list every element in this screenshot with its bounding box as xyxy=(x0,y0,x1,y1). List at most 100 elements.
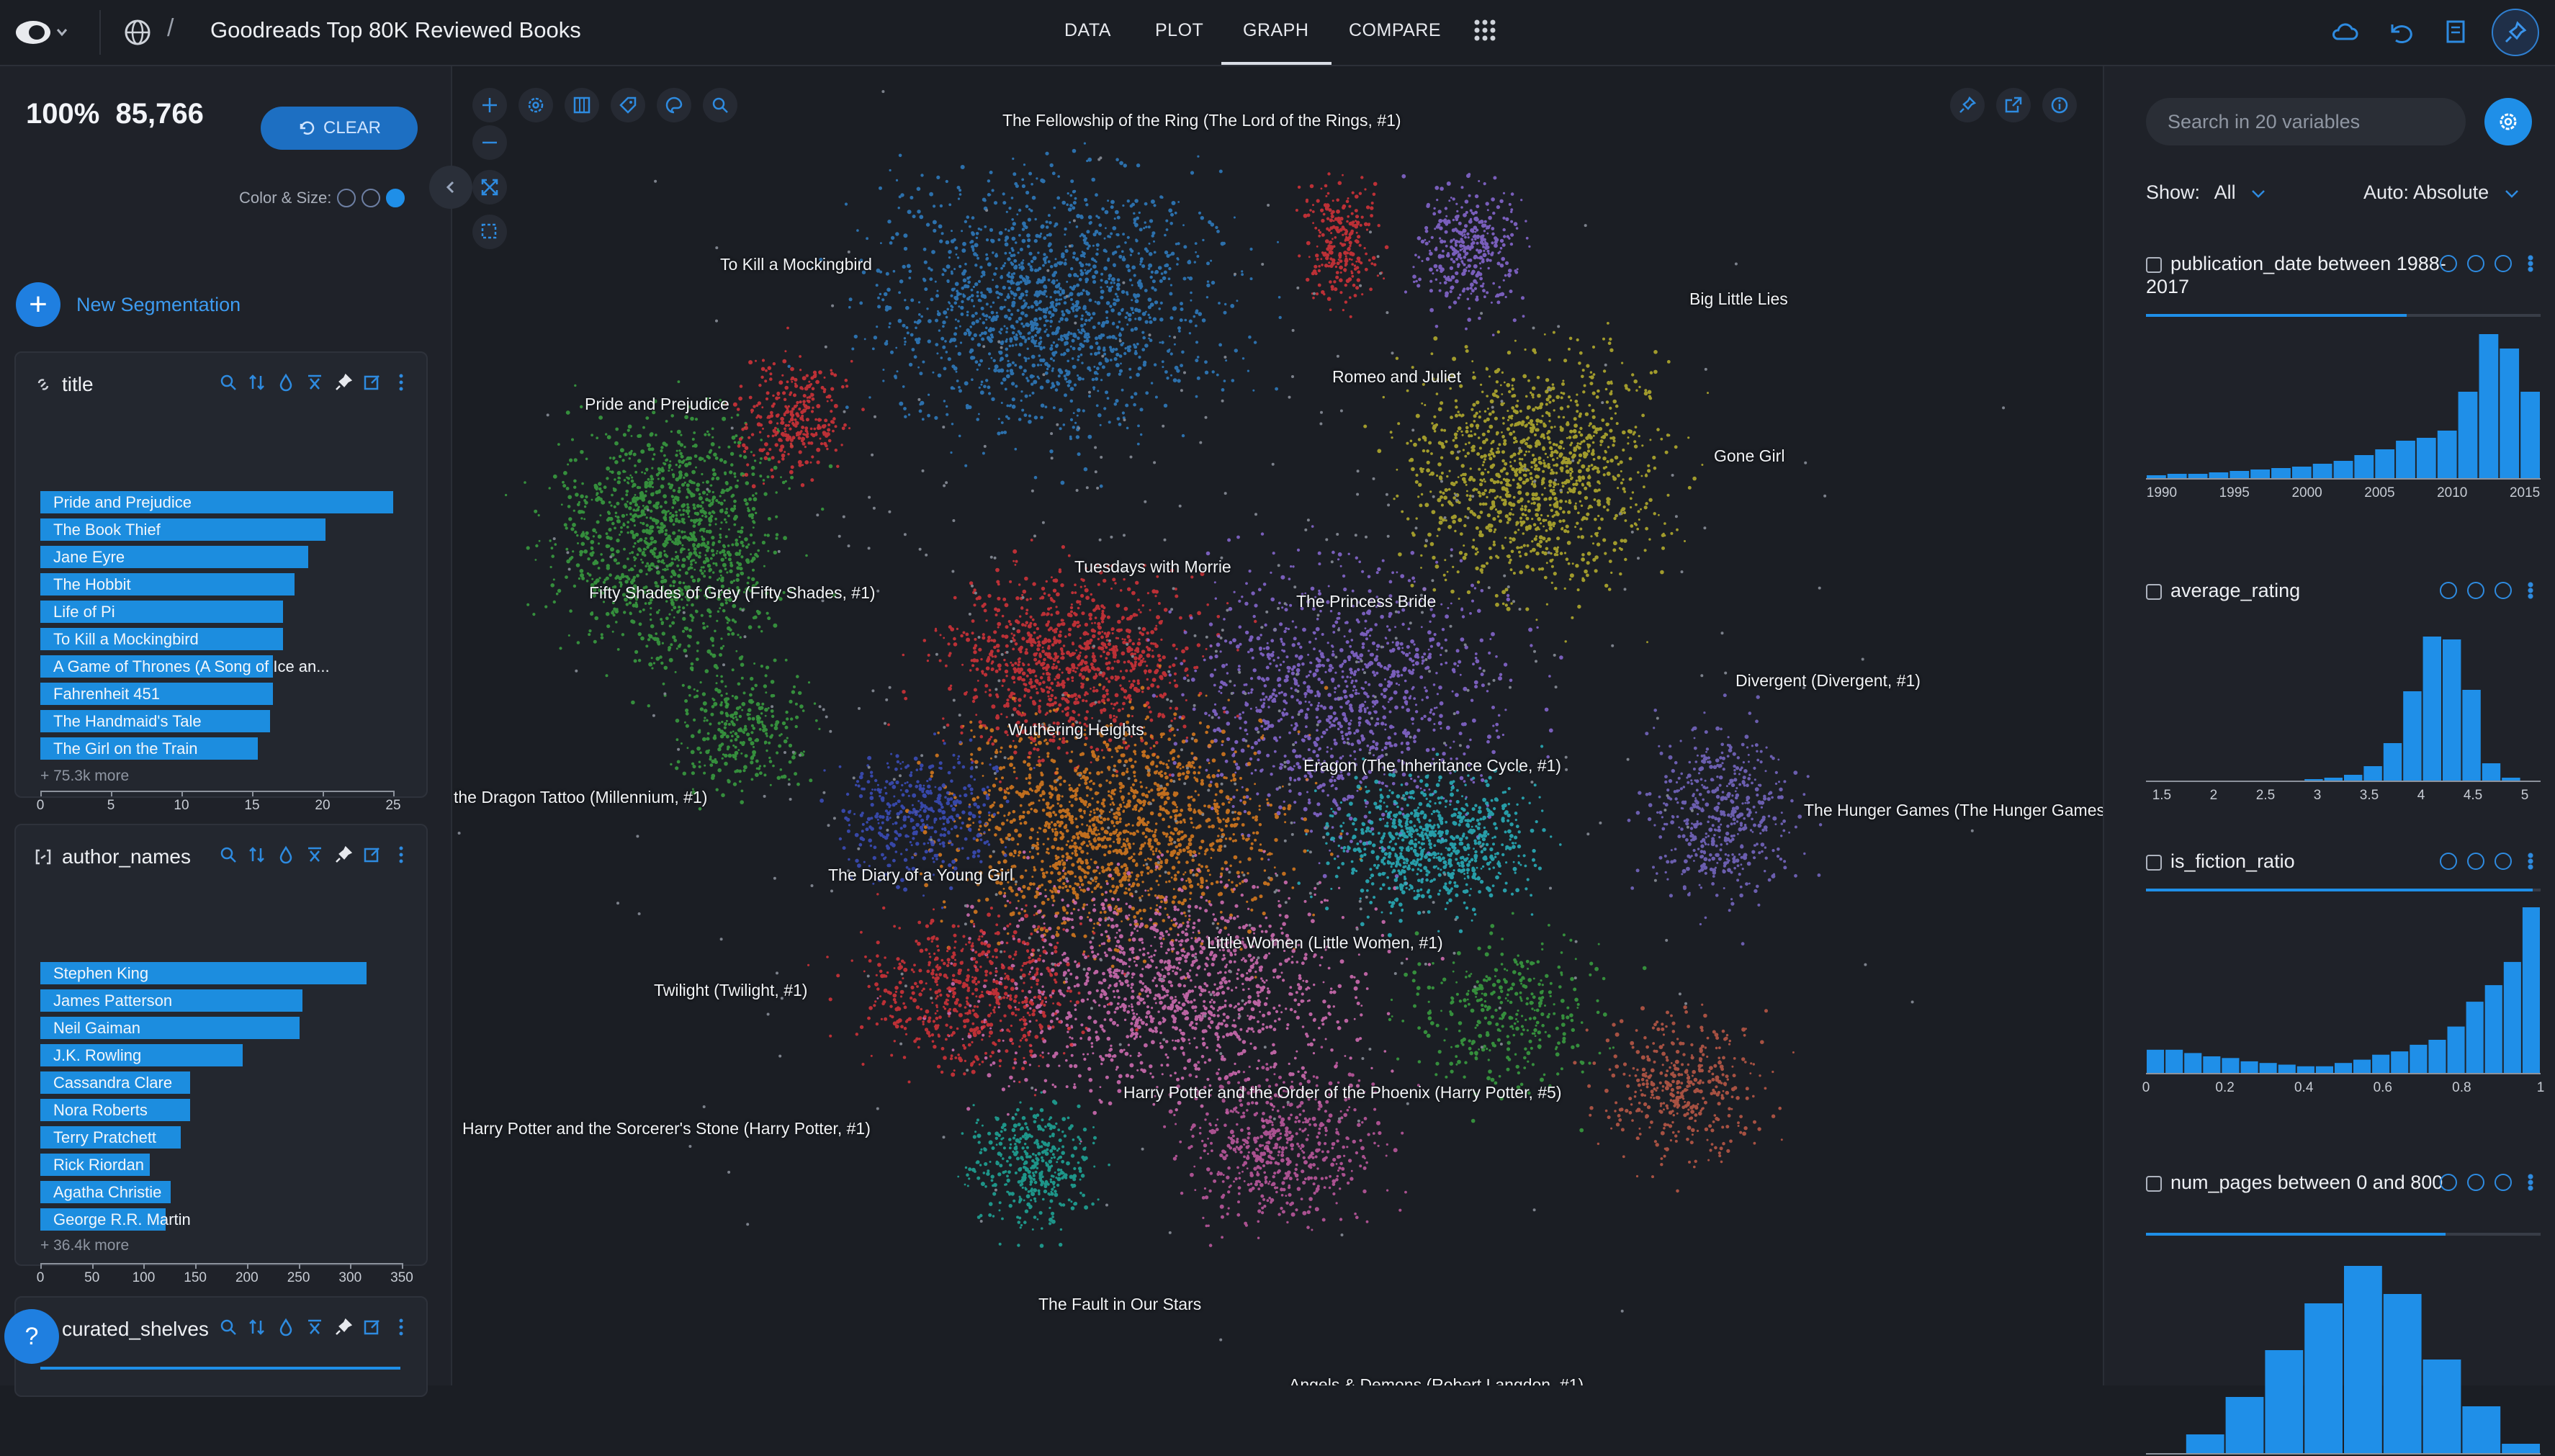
point[interactable] xyxy=(786,410,790,414)
point[interactable] xyxy=(1056,290,1060,294)
point[interactable] xyxy=(680,434,682,436)
point[interactable] xyxy=(832,421,835,424)
point[interactable] xyxy=(923,248,927,251)
point[interactable] xyxy=(1587,552,1591,556)
point[interactable] xyxy=(1514,410,1519,415)
point[interactable] xyxy=(1579,459,1581,462)
point[interactable] xyxy=(770,414,773,418)
point[interactable] xyxy=(1566,557,1569,561)
point[interactable] xyxy=(1013,634,1016,637)
point[interactable] xyxy=(1074,384,1077,387)
point[interactable] xyxy=(1085,281,1088,284)
point[interactable] xyxy=(1406,442,1409,445)
point[interactable] xyxy=(951,308,953,311)
point[interactable] xyxy=(1452,482,1455,486)
point[interactable] xyxy=(628,506,632,510)
point[interactable] xyxy=(1097,390,1099,392)
point[interactable] xyxy=(1085,319,1087,322)
point[interactable] xyxy=(1012,648,1015,651)
point[interactable] xyxy=(992,251,994,254)
point[interactable] xyxy=(1452,515,1457,519)
point[interactable] xyxy=(739,536,741,538)
point[interactable] xyxy=(1012,253,1015,256)
point[interactable] xyxy=(722,645,724,647)
point[interactable] xyxy=(1164,264,1167,267)
point[interactable] xyxy=(1139,263,1141,265)
point[interactable] xyxy=(955,246,958,250)
point[interactable] xyxy=(732,745,735,747)
point[interactable] xyxy=(1612,549,1616,552)
point[interactable] xyxy=(1028,332,1030,335)
point[interactable] xyxy=(948,250,952,254)
point[interactable] xyxy=(727,780,731,783)
point[interactable] xyxy=(600,553,603,556)
point[interactable] xyxy=(665,565,668,567)
point[interactable] xyxy=(739,715,742,718)
point[interactable] xyxy=(1578,491,1582,495)
point[interactable] xyxy=(1579,413,1582,415)
point[interactable] xyxy=(1488,413,1492,416)
point[interactable] xyxy=(799,704,804,709)
point[interactable] xyxy=(924,261,928,264)
point[interactable] xyxy=(1164,234,1167,237)
point[interactable] xyxy=(721,701,723,704)
point[interactable] xyxy=(1165,220,1168,223)
point[interactable] xyxy=(1393,498,1396,500)
point[interactable] xyxy=(889,241,893,245)
point[interactable] xyxy=(624,471,627,473)
point[interactable] xyxy=(1141,264,1145,268)
point[interactable] xyxy=(1168,267,1171,270)
point[interactable] xyxy=(776,392,780,395)
point[interactable] xyxy=(1478,468,1481,471)
point[interactable] xyxy=(981,332,984,335)
point[interactable] xyxy=(1592,392,1596,395)
point[interactable] xyxy=(784,386,789,390)
point[interactable] xyxy=(1096,404,1099,407)
point[interactable] xyxy=(1597,532,1599,534)
point[interactable] xyxy=(1506,490,1509,493)
point[interactable] xyxy=(1135,299,1139,303)
point[interactable] xyxy=(1034,415,1038,419)
point[interactable] xyxy=(741,702,745,706)
point[interactable] xyxy=(783,740,788,744)
point[interactable] xyxy=(1134,327,1138,331)
point[interactable] xyxy=(1044,362,1049,367)
point[interactable] xyxy=(1023,259,1025,261)
point[interactable] xyxy=(1560,552,1563,555)
point[interactable] xyxy=(793,393,796,397)
point[interactable] xyxy=(823,388,826,391)
point[interactable] xyxy=(1488,375,1491,377)
point[interactable] xyxy=(985,379,988,382)
point[interactable] xyxy=(1535,475,1539,479)
point[interactable] xyxy=(771,715,774,718)
point[interactable] xyxy=(690,417,694,421)
point[interactable] xyxy=(1496,473,1500,477)
point[interactable] xyxy=(727,446,730,449)
point[interactable] xyxy=(1449,470,1451,472)
point[interactable] xyxy=(914,320,917,323)
point[interactable] xyxy=(963,295,966,298)
point[interactable] xyxy=(1050,265,1054,269)
point[interactable] xyxy=(747,507,749,509)
point[interactable] xyxy=(1142,312,1146,316)
point[interactable] xyxy=(1090,746,1092,749)
point[interactable] xyxy=(907,331,910,334)
point[interactable] xyxy=(681,483,685,487)
point[interactable] xyxy=(685,571,688,575)
point[interactable] xyxy=(803,400,805,403)
point[interactable] xyxy=(1022,373,1025,376)
point[interactable] xyxy=(765,369,768,372)
point[interactable] xyxy=(1495,508,1497,511)
point[interactable] xyxy=(1176,257,1179,260)
point[interactable] xyxy=(634,524,636,526)
point[interactable] xyxy=(1553,547,1557,550)
point[interactable] xyxy=(798,436,801,440)
point[interactable] xyxy=(1085,339,1089,343)
point[interactable] xyxy=(696,657,699,661)
point[interactable] xyxy=(1115,210,1119,215)
point[interactable] xyxy=(1440,428,1443,431)
point[interactable] xyxy=(733,523,736,526)
point[interactable] xyxy=(1549,446,1553,450)
point[interactable] xyxy=(1391,436,1393,439)
point[interactable] xyxy=(1533,523,1537,526)
